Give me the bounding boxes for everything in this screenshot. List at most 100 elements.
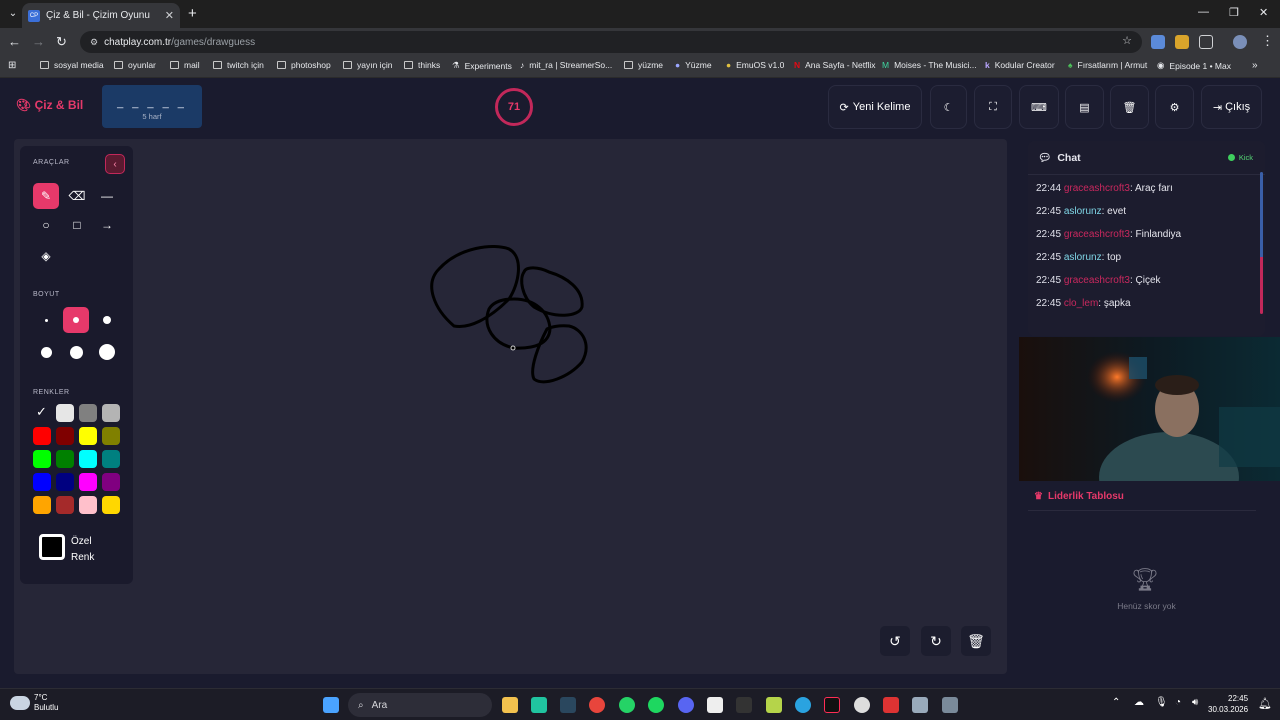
color-swatch[interactable] <box>56 496 74 514</box>
bookmark-folder[interactable]: sosyal media <box>40 60 104 70</box>
bookmark-folder[interactable]: yüzme <box>624 60 663 70</box>
size-option-4[interactable] <box>33 339 59 365</box>
app-icon[interactable] <box>766 697 782 713</box>
color-swatch[interactable] <box>79 473 97 491</box>
new-tab-button[interactable]: + <box>188 5 197 22</box>
size-option-6[interactable] <box>94 339 120 365</box>
bookmark-folder[interactable]: yayın için <box>343 60 392 70</box>
tiktok-icon[interactable] <box>824 697 840 713</box>
color-swatch[interactable] <box>102 496 120 514</box>
chrome-icon[interactable] <box>589 697 605 713</box>
message-user[interactable]: clo_lem <box>1064 298 1098 309</box>
message-user[interactable]: aslorunz <box>1064 252 1102 263</box>
settings-button[interactable]: ⚙ <box>1155 85 1194 129</box>
close-window-icon[interactable]: ✕ <box>1259 6 1268 19</box>
start-menu-icon[interactable] <box>323 697 339 713</box>
color-swatch[interactable] <box>79 496 97 514</box>
discord-icon[interactable] <box>678 697 694 713</box>
color-swatch[interactable] <box>56 427 74 445</box>
fill-tool[interactable]: ◈ <box>33 243 59 269</box>
bookmark-folder[interactable]: twitch için <box>213 60 264 70</box>
archive-button[interactable]: ▤ <box>1065 85 1104 129</box>
network-icon[interactable]: ☁ <box>1134 697 1144 708</box>
bookmark-link[interactable]: ◉ Episode 1 • Max <box>1157 60 1231 71</box>
address-bar[interactable]: ⚙ chatplay.com.tr/games/drawguess ☆ <box>80 31 1142 53</box>
bookmark-link[interactable]: k Kodular Creator <box>985 60 1055 70</box>
tray-chevron-icon[interactable]: ⌃ <box>1112 697 1120 708</box>
more-bookmarks-icon[interactable]: » <box>1252 60 1258 71</box>
epic-games-icon[interactable] <box>736 697 752 713</box>
apps-grid-icon[interactable]: ⊞ <box>8 60 16 71</box>
file-explorer-icon[interactable] <box>502 697 518 713</box>
system-clock[interactable]: 22:45 30.03.2026 <box>1208 693 1248 715</box>
message-user[interactable]: graceashcroft3 <box>1064 275 1130 286</box>
size-option-2[interactable] <box>63 307 89 333</box>
profile-avatar[interactable] <box>1233 35 1247 49</box>
color-swatch[interactable] <box>33 473 51 491</box>
extension-icon[interactable] <box>1151 35 1165 49</box>
color-swatch[interactable] <box>79 450 97 468</box>
color-swatch[interactable] <box>56 404 74 422</box>
notifications-icon[interactable]: 🔔︎ <box>1258 697 1272 710</box>
bookmark-link[interactable]: ♠ Fırsatlarım | Armut <box>1068 60 1147 70</box>
dark-mode-button[interactable]: ☾ <box>930 85 967 129</box>
app-icon[interactable] <box>531 697 547 713</box>
taskbar-search[interactable]: ⌕ Ara <box>348 693 492 717</box>
app-icon[interactable] <box>854 697 870 713</box>
bookmark-folder[interactable]: mail <box>170 60 200 70</box>
color-swatch[interactable] <box>56 473 74 491</box>
exit-button[interactable]: ⇥ Çıkış <box>1201 85 1262 129</box>
color-swatch[interactable] <box>33 427 51 445</box>
spotify-icon[interactable] <box>648 697 664 713</box>
brush-tool[interactable]: ✎ <box>33 183 59 209</box>
browser-menu-icon[interactable]: ⋮ <box>1261 33 1274 49</box>
capcut-icon[interactable] <box>707 697 723 713</box>
message-user[interactable]: aslorunz <box>1064 206 1102 217</box>
bookmark-folder[interactable]: thinks <box>404 60 440 70</box>
color-swatch[interactable] <box>56 450 74 468</box>
message-user[interactable]: graceashcroft3 <box>1064 229 1130 240</box>
bookmark-folder[interactable]: photoshop <box>277 60 331 70</box>
bookmark-link[interactable]: N Ana Sayfa - Netflix <box>794 60 876 70</box>
custom-color-swatch[interactable] <box>39 534 65 560</box>
bookmark-link[interactable]: ⚗ Experiments <box>452 60 512 71</box>
site-info-icon[interactable]: ⚙ <box>90 37 98 48</box>
keyboard-button[interactable]: ⌨ <box>1019 85 1059 129</box>
extensions-puzzle-icon[interactable] <box>1199 35 1213 49</box>
size-option-1[interactable] <box>33 307 59 333</box>
back-icon[interactable]: ← <box>8 34 21 49</box>
rectangle-tool[interactable]: □ <box>64 212 90 238</box>
color-swatch[interactable] <box>33 496 51 514</box>
color-swatch[interactable] <box>102 473 120 491</box>
eraser-tool[interactable]: ⌫ <box>64 183 90 209</box>
clear-canvas-button[interactable]: 🗑︎ <box>961 626 991 656</box>
bookmark-link[interactable]: ♪ mit_ra | StreamerSo... <box>520 60 612 70</box>
microphone-icon[interactable]: 🎙︎ <box>1155 697 1168 708</box>
bookmark-link[interactable]: ● EmuOS v1.0 <box>726 60 784 70</box>
app-icon[interactable] <box>912 697 928 713</box>
color-swatch[interactable] <box>79 427 97 445</box>
color-swatch[interactable] <box>79 404 97 422</box>
color-swatch[interactable] <box>33 450 51 468</box>
close-tab-icon[interactable]: ✕ <box>165 9 174 22</box>
color-swatch[interactable] <box>102 450 120 468</box>
custom-color-picker[interactable]: Özel Renk <box>33 534 121 574</box>
color-swatch[interactable] <box>102 404 120 422</box>
redo-button[interactable]: ↻ <box>921 626 951 656</box>
volume-icon[interactable]: 🔊︎ <box>1192 697 1198 708</box>
clear-button[interactable]: 🗑︎ <box>1110 85 1149 129</box>
circle-tool[interactable]: ○ <box>33 212 59 238</box>
bookmark-folder[interactable]: oyunlar <box>114 60 156 70</box>
undo-button[interactable]: ↺ <box>880 626 910 656</box>
bookmark-link[interactable]: ● Yüzme <box>675 60 712 70</box>
weather-widget[interactable]: 7°C Bulutlu <box>10 693 58 713</box>
collapse-panel-button[interactable]: ‹ <box>105 154 125 174</box>
arrow-tool[interactable]: → <box>94 212 120 238</box>
line-tool[interactable]: — <box>94 183 120 209</box>
whatsapp-icon[interactable] <box>619 697 635 713</box>
forward-icon[interactable]: → <box>32 34 45 49</box>
maximize-icon[interactable]: ❐ <box>1229 6 1239 19</box>
message-user[interactable]: graceashcroft3 <box>1064 183 1130 194</box>
size-option-3[interactable] <box>94 307 120 333</box>
bookmark-link[interactable]: M Moises - The Musici... <box>882 60 977 70</box>
